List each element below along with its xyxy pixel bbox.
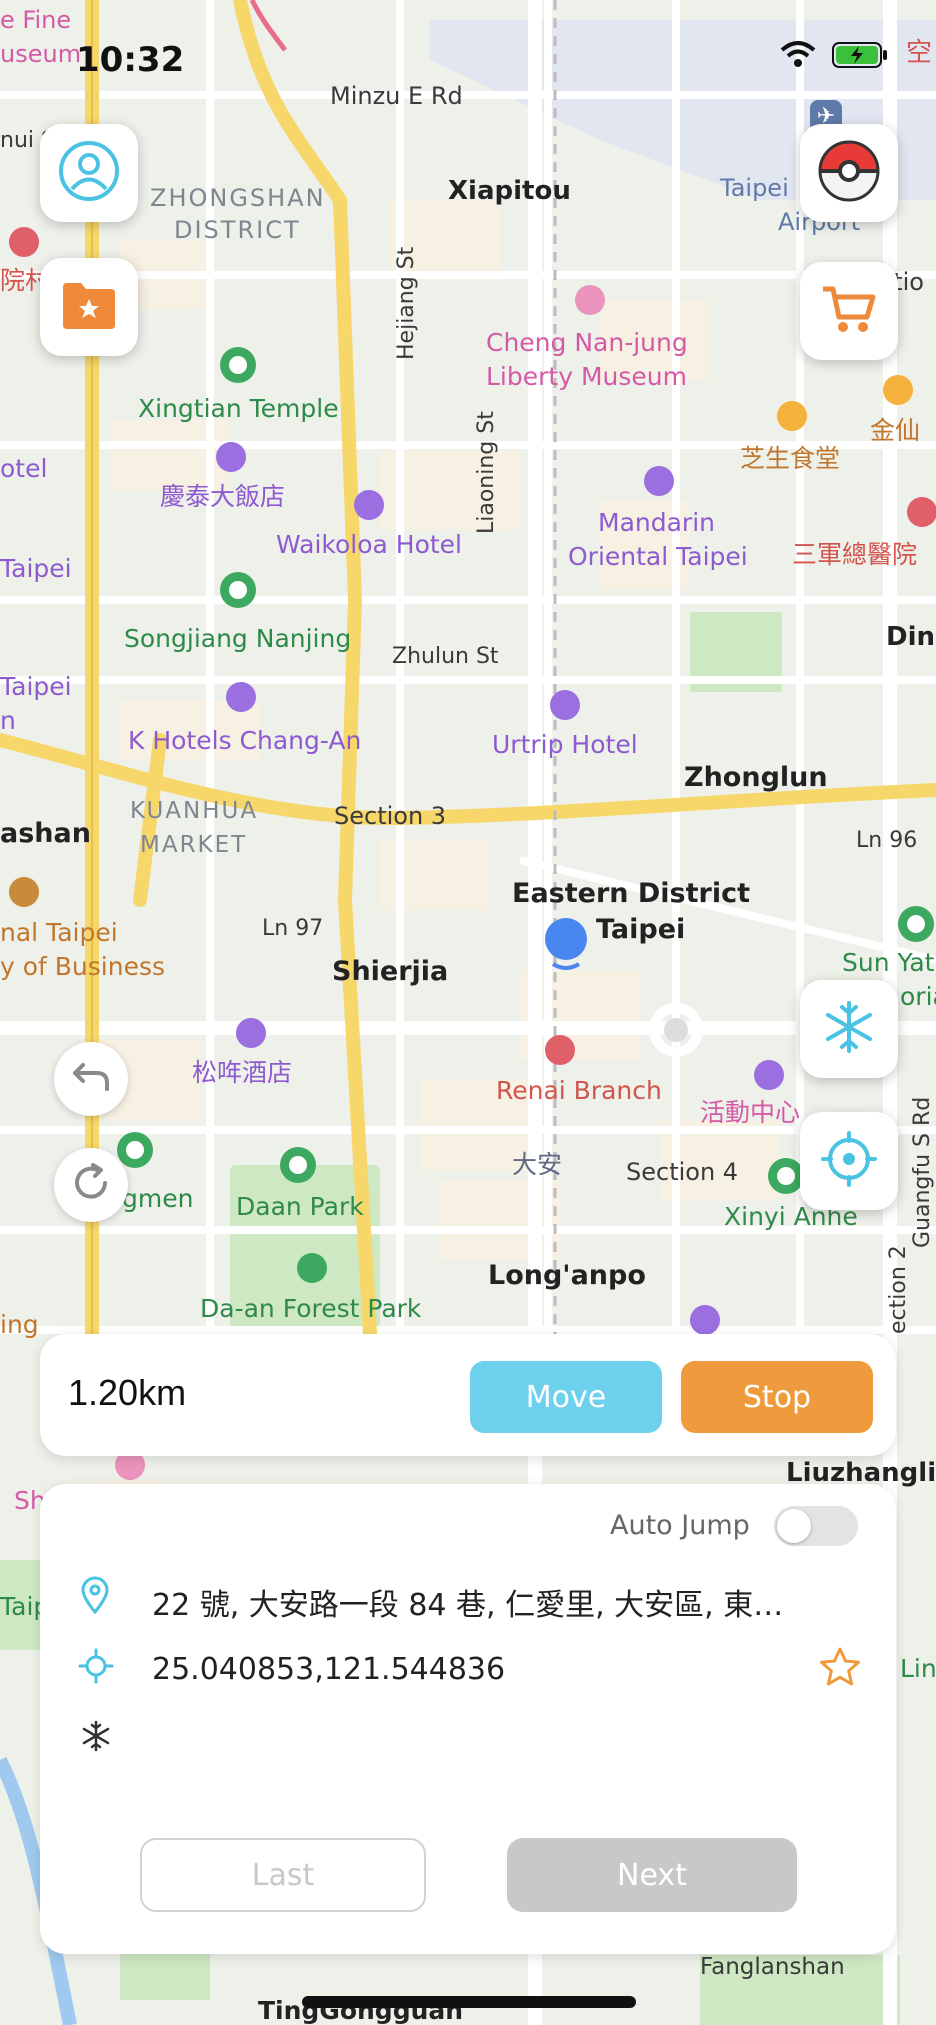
map-label-mandarin1: Mandarin (598, 508, 715, 537)
map-label-cheng2: Liberty Museum (486, 362, 687, 391)
map-label-daan-forest: Da-an Forest Park (200, 1294, 422, 1323)
map-label-zhonglun: Zhonglun (684, 762, 828, 793)
map-label-n-left: n (0, 706, 16, 735)
map-label-section2: ection 2 (886, 1245, 911, 1334)
next-button[interactable]: Next (507, 1838, 797, 1912)
map-label-kuanhua1: KUANHUA (130, 798, 259, 824)
location-info-panel: Auto Jump 22 號, 大安路一段 84 巷, 仁愛里, 大安區, 東…… (40, 1484, 896, 1954)
map-label-daan-park: Daan Park (236, 1192, 364, 1221)
map-label-of-business: y of Business (0, 952, 166, 981)
star-icon[interactable] (818, 1646, 862, 1692)
favorites-folder-icon (59, 279, 119, 335)
map-label-sunyat1: Sun Yat (842, 948, 935, 977)
map-label-khotels: K Hotels Chang-An (128, 726, 362, 755)
map-label-urtrip: Urtrip Hotel (492, 730, 638, 759)
profile-button[interactable] (40, 124, 138, 222)
undo-button[interactable] (54, 1042, 128, 1116)
pokeball-icon (816, 138, 882, 208)
crosshair-icon (821, 1131, 877, 1191)
map-label-ln97: Ln 97 (262, 916, 324, 941)
wifi-icon (780, 40, 816, 72)
map-label-xingtian: Xingtian Temple (138, 394, 339, 423)
last-button[interactable]: Last (140, 1838, 426, 1912)
map-label-district: DISTRICT (174, 216, 301, 244)
home-indicator[interactable] (302, 1996, 636, 2008)
battery-icon (832, 42, 888, 72)
map-label-zhulun: Zhulun St (392, 644, 499, 669)
undo-icon (71, 1059, 111, 1099)
map-label-fanglanshan: Fanglanshan (700, 1954, 845, 1980)
locate-button[interactable] (800, 1112, 898, 1210)
map-label-songnian: 松哖酒店 (192, 1058, 293, 1087)
coordinate-icon (78, 1648, 114, 1688)
map-label-waikoloa: Waikoloa Hotel (276, 530, 462, 559)
map-label-huodong: 活動中心 (700, 1098, 801, 1127)
address-text: 22 號, 大安路一段 84 巷, 仁愛里, 大安區, 東… (152, 1588, 784, 1623)
toggle-knob (777, 1509, 811, 1543)
map-label-sanjun: 三軍總醫院 (792, 540, 918, 569)
map-label-shierjia: Shierjia (332, 956, 449, 987)
map-label-taipei-airport: Taipei (720, 174, 789, 202)
map-label-section3: Section 3 (334, 802, 447, 830)
map-label-guangfu: Guangfu S Rd (910, 1096, 935, 1248)
map-label-lin: Lin (900, 1654, 936, 1683)
map-label-ing: ing (0, 1310, 39, 1339)
auto-jump-label: Auto Jump (610, 1510, 750, 1541)
map-label-section4: Section 4 (626, 1158, 739, 1186)
coordinates-text: 25.040853,121.544836 (152, 1652, 506, 1687)
map-label-taipei-left2: Taipei (0, 672, 72, 701)
map-label-eastern1: Eastern District (512, 878, 751, 909)
map-label-renai: Renai Branch (496, 1076, 662, 1105)
status-bar: 10:32 空 (0, 0, 936, 120)
map-label-hejiang: Hejiang St (394, 246, 419, 360)
map-label-din: Din (886, 622, 936, 652)
map-label-ashan: ashan (0, 818, 91, 849)
cart-button[interactable] (800, 262, 898, 360)
profile-icon (58, 140, 120, 206)
distance-value: 1.20km (68, 1372, 187, 1413)
map-label-daan: 大安 (512, 1150, 563, 1179)
map-label-qingtai: 慶泰大飯店 (160, 482, 286, 511)
map-label-sunyat2: oria (900, 982, 936, 1011)
cart-icon (821, 283, 877, 339)
map-label-liuzhangli: Liuzhangli (786, 1458, 936, 1488)
stop-button[interactable]: Stop (681, 1361, 873, 1433)
status-time: 10:32 (76, 40, 185, 80)
map-label-kuanhua2: MARKET (140, 832, 248, 858)
refresh-icon (71, 1163, 111, 1207)
map-label-hotel-left: otel (0, 454, 48, 483)
map-label-zhisheng: 芝生食堂 (740, 444, 841, 473)
location-pin-icon (80, 1576, 110, 1618)
map-label-jinxian: 金仙 (870, 416, 921, 445)
pokeball-button[interactable] (800, 124, 898, 222)
map-label-gmen: gmen (122, 1184, 194, 1213)
map-label-liaoning: Liaoning St (474, 411, 499, 534)
distance-bar: 1.20km Move Stop (40, 1334, 896, 1456)
map-label-taipei-left: Taipei (0, 554, 72, 583)
map-label-longanpo: Long'anpo (488, 1260, 646, 1291)
snowflake-icon (80, 1720, 112, 1756)
map-label-mandarin2: Oriental Taipei (568, 542, 748, 571)
freeze-button[interactable] (800, 980, 898, 1078)
snowflake-icon (821, 999, 877, 1059)
map-label-zhongshan: ZHONGSHAN (150, 184, 326, 212)
map-label-songjiang: Songjiang Nanjing (124, 624, 352, 653)
map-label-cheng1: Cheng Nan-jung (486, 328, 688, 357)
map-label-ln96: Ln 96 (856, 828, 918, 853)
map-label-xiapitou: Xiapitou (448, 176, 571, 206)
map-label-eastern2: Taipei (596, 914, 686, 945)
refresh-button[interactable] (54, 1148, 128, 1222)
map-label-nal-taipei: nal Taipei (0, 918, 118, 947)
auto-jump-toggle[interactable] (774, 1506, 858, 1546)
move-button[interactable]: Move (470, 1361, 662, 1433)
status-carrier-label: 空 (906, 38, 933, 68)
favorites-folder-button[interactable] (40, 258, 138, 356)
